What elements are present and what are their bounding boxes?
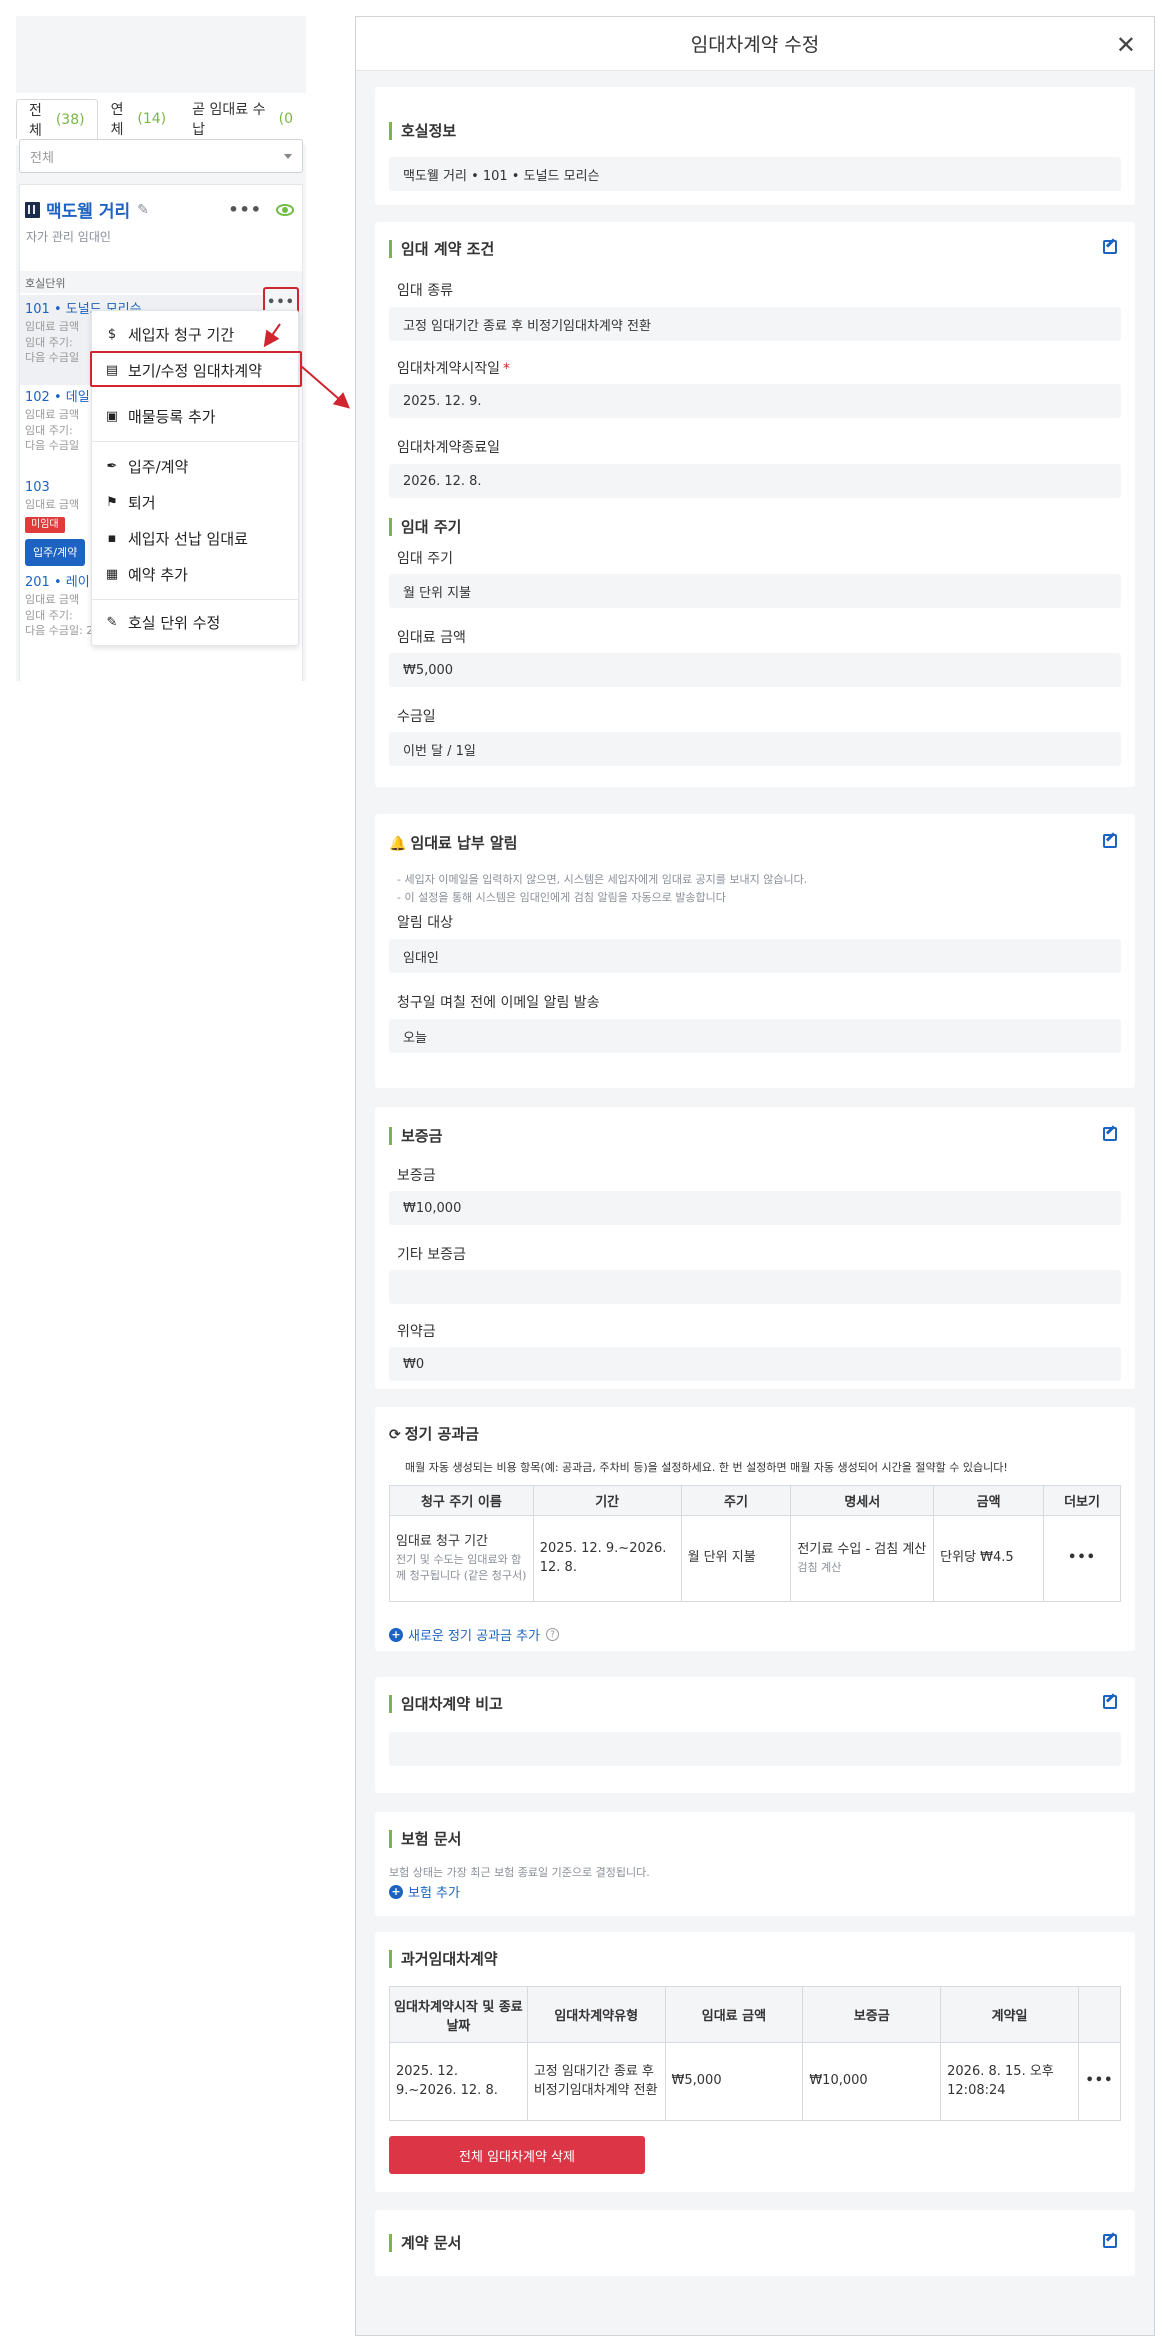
plus-circle-icon: +: [389, 1627, 403, 1642]
remarks-value: [389, 1732, 1121, 1766]
edit-lease-modal: 임대차계약 수정 ✕ 호실정보 맥도웰 거리 • 101 • 도널드 모리슨 임…: [355, 16, 1155, 2336]
edit-icon[interactable]: [1103, 240, 1117, 254]
lease-type-cell: 고정 임대기간 종료 후 비정기임대차계약 전환: [526, 2042, 666, 2121]
rent-cycle-title: 임대 주기: [389, 518, 461, 536]
reminder-days-value: 오늘: [389, 1019, 1121, 1053]
more-options-icon[interactable]: •••: [1043, 1515, 1121, 1602]
refresh-icon: ⟳: [389, 1427, 401, 1443]
help-icon[interactable]: ?: [546, 1628, 559, 1641]
reminder-target-label: 알림 대상: [397, 915, 453, 931]
past-leases-card: 과거임대차계약 임대차계약시작 및 종료 날짜 임대차계약유형 임대료 금액 보…: [375, 1932, 1135, 2192]
reminder-target-value: 임대인: [389, 939, 1121, 973]
lease-type-label: 임대 종류: [397, 283, 453, 299]
reminder-days-label: 청구일 며칠 전에 이메일 알림 발송: [397, 995, 600, 1011]
utilities-table: 청구 주기 이름 기간 주기 명세서 금액 더보기 임대료 청구 기간 전기 및 …: [389, 1485, 1121, 1602]
deposit-label: 보증금: [397, 1168, 436, 1184]
reminder-note: - 이 설정을 통해 시스템은 임대인에게 검침 알림을 자동으로 발송합니다: [397, 891, 726, 904]
due-day-label: 수금일: [397, 709, 436, 725]
utility-period-cell: 2025. 12. 9.~2026. 12. 8.: [532, 1515, 682, 1602]
contract-documents-title: 계약 문서: [389, 2234, 461, 2252]
reminder-note: - 세입자 이메일을 입력하지 않으면, 시스템은 세입자에게 임대료 공지를 …: [397, 873, 808, 886]
utility-amount-cell: 단위당 ₩4.5: [933, 1515, 1045, 1602]
lease-signed-cell: 2026. 8. 15. 오후 12:08:24: [940, 2042, 1079, 2121]
table-row: 2025. 12. 9.~2026. 12. 8. 고정 임대기간 종료 후 비…: [389, 2042, 1122, 2121]
col-header: 임대료 금액: [664, 1986, 804, 2043]
col-header: 금액: [933, 1485, 1045, 1516]
deposit-title: 보증금: [389, 1127, 442, 1145]
lease-rent-cell: ₩5,000: [664, 2042, 804, 2121]
rent-cycle-label: 임대 주기: [397, 551, 453, 567]
other-deposit-value: [389, 1270, 1121, 1304]
utility-statement-cell: 전기료 수입 - 검침 계산 검침 계산: [790, 1515, 935, 1602]
add-utility-link[interactable]: + 새로운 정기 공과금 추가 ?: [389, 1625, 559, 1644]
penalty-value: ₩0: [389, 1347, 1121, 1381]
rent-amount-label: 임대료 금액: [397, 630, 466, 646]
edit-icon[interactable]: [1103, 1695, 1117, 1709]
lease-remarks-card: 임대차계약 비고: [375, 1677, 1135, 1793]
lease-start-label: 임대차계약시작일 *: [397, 361, 511, 377]
add-insurance-link[interactable]: + 보험 추가: [389, 1882, 460, 1901]
edit-icon[interactable]: [1103, 1127, 1117, 1141]
deposit-card: 보증금 보증금 ₩10,000 기타 보증금 위약금 ₩0: [375, 1107, 1135, 1389]
lease-start-value: 2025. 12. 9.: [389, 384, 1121, 418]
remarks-title: 임대차계약 비고: [389, 1695, 503, 1713]
rent-cycle-value: 월 단위 지불: [389, 574, 1121, 608]
utilities-description: 매월 자동 생성되는 비용 항목(예: 공과금, 주차비 등)을 설정하세요. …: [405, 1461, 1008, 1474]
col-header: 보증금: [802, 1986, 942, 2043]
arrow-to-modal: [300, 365, 351, 409]
rent-amount-value: ₩5,000: [389, 653, 1121, 687]
col-header: 임대차계약시작 및 종료 날짜: [389, 1986, 528, 2043]
bell-icon: 🔔: [389, 836, 407, 852]
other-deposit-label: 기타 보증금: [397, 1247, 466, 1263]
col-header: 임대차계약유형: [526, 1986, 666, 2043]
rent-reminder-card: 🔔 임대료 납부 알림 - 세입자 이메일을 입력하지 않으면, 시스템은 세입자…: [375, 814, 1135, 1088]
insurance-title: 보험 문서: [389, 1830, 461, 1848]
modal-header: 임대차계약 수정 ✕: [356, 17, 1154, 71]
due-day-value: 이번 달 / 1일: [389, 732, 1121, 766]
lease-type-value: 고정 임대기간 종료 후 비정기임대차계약 전환: [389, 307, 1121, 341]
col-header: 기간: [532, 1485, 682, 1516]
col-header: 더보기: [1043, 1485, 1121, 1516]
delete-all-leases-button[interactable]: 전체 임대차계약 삭제: [389, 2136, 645, 2174]
utility-name-cell: 임대료 청구 기간 전기 및 수도는 임대료와 함께 청구됩니다 (같은 청구서): [389, 1515, 534, 1602]
close-icon[interactable]: ✕: [1116, 33, 1136, 57]
arrow-to-menu-item: [263, 323, 281, 348]
room-info-title: 호실정보: [389, 122, 456, 140]
col-header: 계약일: [940, 1986, 1079, 2043]
lease-end-label: 임대차계약종료일: [397, 440, 501, 456]
contract-documents-card: 계약 문서: [375, 2210, 1135, 2276]
col-header: 청구 주기 이름: [389, 1485, 534, 1516]
lease-end-value: 2026. 12. 8.: [389, 464, 1121, 498]
room-info-value: 맥도웰 거리 • 101 • 도널드 모리슨: [389, 157, 1121, 191]
lease-terms-title: 임대 계약 조건: [389, 240, 494, 258]
deposit-value: ₩10,000: [389, 1191, 1121, 1225]
utility-cycle-cell: 월 단위 지불: [680, 1515, 792, 1602]
insurance-card: 보험 문서 보험 상태는 가장 최근 보험 종료일 기준으로 결정됩니다. + …: [375, 1812, 1135, 1916]
edit-icon[interactable]: [1103, 2234, 1117, 2248]
plus-circle-icon: +: [389, 1884, 403, 1899]
past-leases-table: 임대차계약시작 및 종료 날짜 임대차계약유형 임대료 금액 보증금 계약일 2…: [389, 1986, 1122, 2121]
past-leases-title: 과거임대차계약: [389, 1950, 498, 1968]
utilities-title: ⟳ 정기 공과금: [389, 1425, 479, 1443]
modal-title: 임대차계약 수정: [690, 34, 820, 56]
rent-reminder-title: 🔔 임대료 납부 알림: [389, 834, 518, 852]
table-row: 임대료 청구 기간 전기 및 수도는 임대료와 함께 청구됩니다 (같은 청구서)…: [389, 1515, 1121, 1602]
room-info-card: 호실정보 맥도웰 거리 • 101 • 도널드 모리슨: [375, 87, 1135, 205]
col-header: [1077, 1986, 1122, 2043]
col-header: 명세서: [790, 1485, 935, 1516]
lease-dates-cell: 2025. 12. 9.~2026. 12. 8.: [389, 2042, 528, 2121]
penalty-label: 위약금: [397, 1324, 436, 1340]
recurring-utilities-card: ⟳ 정기 공과금 매월 자동 생성되는 비용 항목(예: 공과금, 주차비 등)을…: [375, 1407, 1135, 1651]
insurance-note: 보험 상태는 가장 최근 보험 종료일 기준으로 결정됩니다.: [389, 1866, 650, 1879]
edit-icon[interactable]: [1103, 834, 1117, 848]
lease-terms-card: 임대 계약 조건 임대 종류 고정 임대기간 종료 후 비정기임대차계약 전환 …: [375, 222, 1135, 787]
lease-deposit-cell: ₩10,000: [802, 2042, 942, 2121]
more-options-icon[interactable]: •••: [1077, 2042, 1122, 2121]
col-header: 주기: [680, 1485, 792, 1516]
